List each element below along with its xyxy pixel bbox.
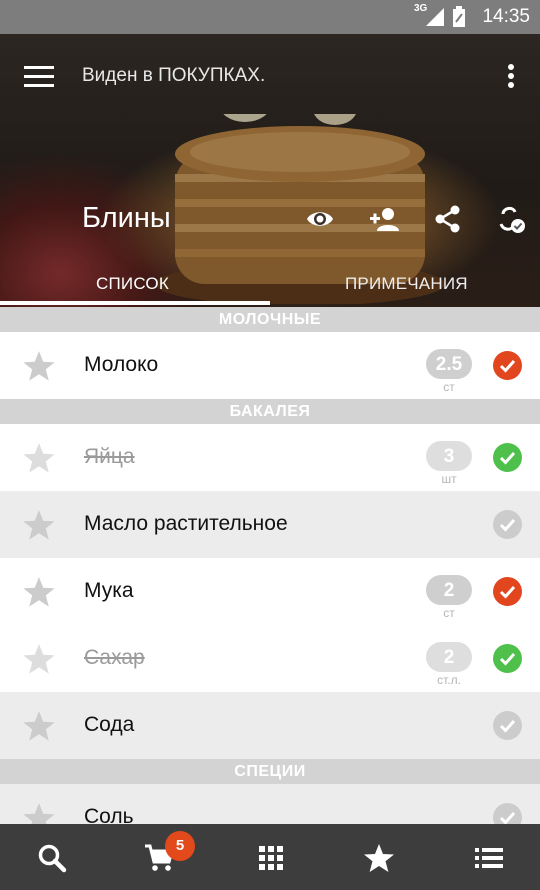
star-icon[interactable] bbox=[22, 642, 56, 676]
menu-icon[interactable] bbox=[24, 66, 54, 88]
check-icon[interactable] bbox=[493, 577, 522, 606]
section-header: МОЛОЧНЫЕ bbox=[0, 307, 540, 332]
list-item[interactable]: Яйца 3 шт bbox=[0, 424, 540, 491]
check-icon[interactable] bbox=[493, 510, 522, 539]
header-overlay bbox=[0, 34, 540, 307]
eye-icon[interactable] bbox=[305, 204, 335, 234]
unit-label: шт bbox=[441, 472, 457, 486]
active-tab-indicator bbox=[0, 301, 270, 305]
grid-icon[interactable] bbox=[255, 842, 287, 874]
item-name: Молоко bbox=[84, 353, 159, 376]
list-item[interactable]: Мука 2 ст bbox=[0, 558, 540, 625]
item-name: Сахар bbox=[84, 646, 145, 669]
item-name: Мука bbox=[84, 579, 134, 602]
more-options-icon[interactable] bbox=[508, 64, 516, 92]
list-item[interactable]: Соль bbox=[0, 784, 540, 824]
list-icon[interactable] bbox=[473, 842, 505, 874]
item-name: Яйца bbox=[84, 445, 135, 468]
battery-icon bbox=[453, 6, 465, 27]
list-item[interactable]: Сахар 2 ст.л. bbox=[0, 625, 540, 692]
quantity-badge[interactable]: 2.5 bbox=[426, 349, 472, 379]
list-item[interactable]: Сода bbox=[0, 692, 540, 759]
check-icon[interactable] bbox=[493, 443, 522, 472]
star-icon[interactable] bbox=[22, 575, 56, 609]
star-icon[interactable] bbox=[22, 349, 56, 383]
tab-notes[interactable]: ПРИМЕЧАНИЯ bbox=[345, 274, 468, 294]
signal-icon bbox=[426, 8, 444, 26]
list-item[interactable]: Молоко 2.5 ст bbox=[0, 332, 540, 399]
star-icon[interactable] bbox=[363, 842, 395, 874]
unit-label: ст.л. bbox=[437, 673, 461, 687]
unit-label: ст bbox=[443, 380, 455, 394]
cart-badge: 5 bbox=[165, 831, 195, 861]
share-icon[interactable] bbox=[433, 204, 463, 234]
status-bar: 3G 14:35 bbox=[0, 0, 540, 34]
quantity-badge[interactable]: 3 bbox=[426, 441, 472, 471]
item-name: Сода bbox=[84, 713, 135, 736]
section-header: СПЕЦИИ bbox=[0, 759, 540, 784]
shopping-list: МОЛОЧНЫЕ Молоко 2.5 ст БАКАЛЕЯ Яйца 3 шт… bbox=[0, 307, 540, 824]
add-person-icon[interactable] bbox=[369, 204, 399, 234]
star-icon[interactable] bbox=[22, 801, 56, 824]
quantity-badge[interactable]: 2 bbox=[426, 642, 472, 672]
visibility-label: Виден в ПОКУПКАХ. bbox=[82, 65, 266, 86]
list-item[interactable]: Масло растительное bbox=[0, 491, 540, 558]
item-name: Соль bbox=[84, 805, 134, 824]
bottom-navigation: 5 bbox=[0, 824, 540, 890]
check-icon[interactable] bbox=[493, 711, 522, 740]
item-name: Масло растительное bbox=[84, 512, 288, 535]
check-icon[interactable] bbox=[493, 803, 522, 824]
search-icon[interactable] bbox=[36, 842, 68, 874]
check-icon[interactable] bbox=[493, 644, 522, 673]
sync-check-icon[interactable] bbox=[497, 204, 527, 234]
star-icon[interactable] bbox=[22, 508, 56, 542]
check-icon[interactable] bbox=[493, 351, 522, 380]
list-header: Виден в ПОКУПКАХ. Блины СПИСОК ПРИМЕЧАНИ… bbox=[0, 34, 540, 307]
unit-label: ст bbox=[443, 606, 455, 620]
tab-list[interactable]: СПИСОК bbox=[96, 274, 169, 294]
quantity-badge[interactable]: 2 bbox=[426, 575, 472, 605]
section-header: БАКАЛЕЯ bbox=[0, 399, 540, 424]
clock: 14:35 bbox=[482, 6, 530, 27]
list-title: Блины bbox=[82, 202, 171, 234]
star-icon[interactable] bbox=[22, 441, 56, 475]
star-icon[interactable] bbox=[22, 709, 56, 743]
